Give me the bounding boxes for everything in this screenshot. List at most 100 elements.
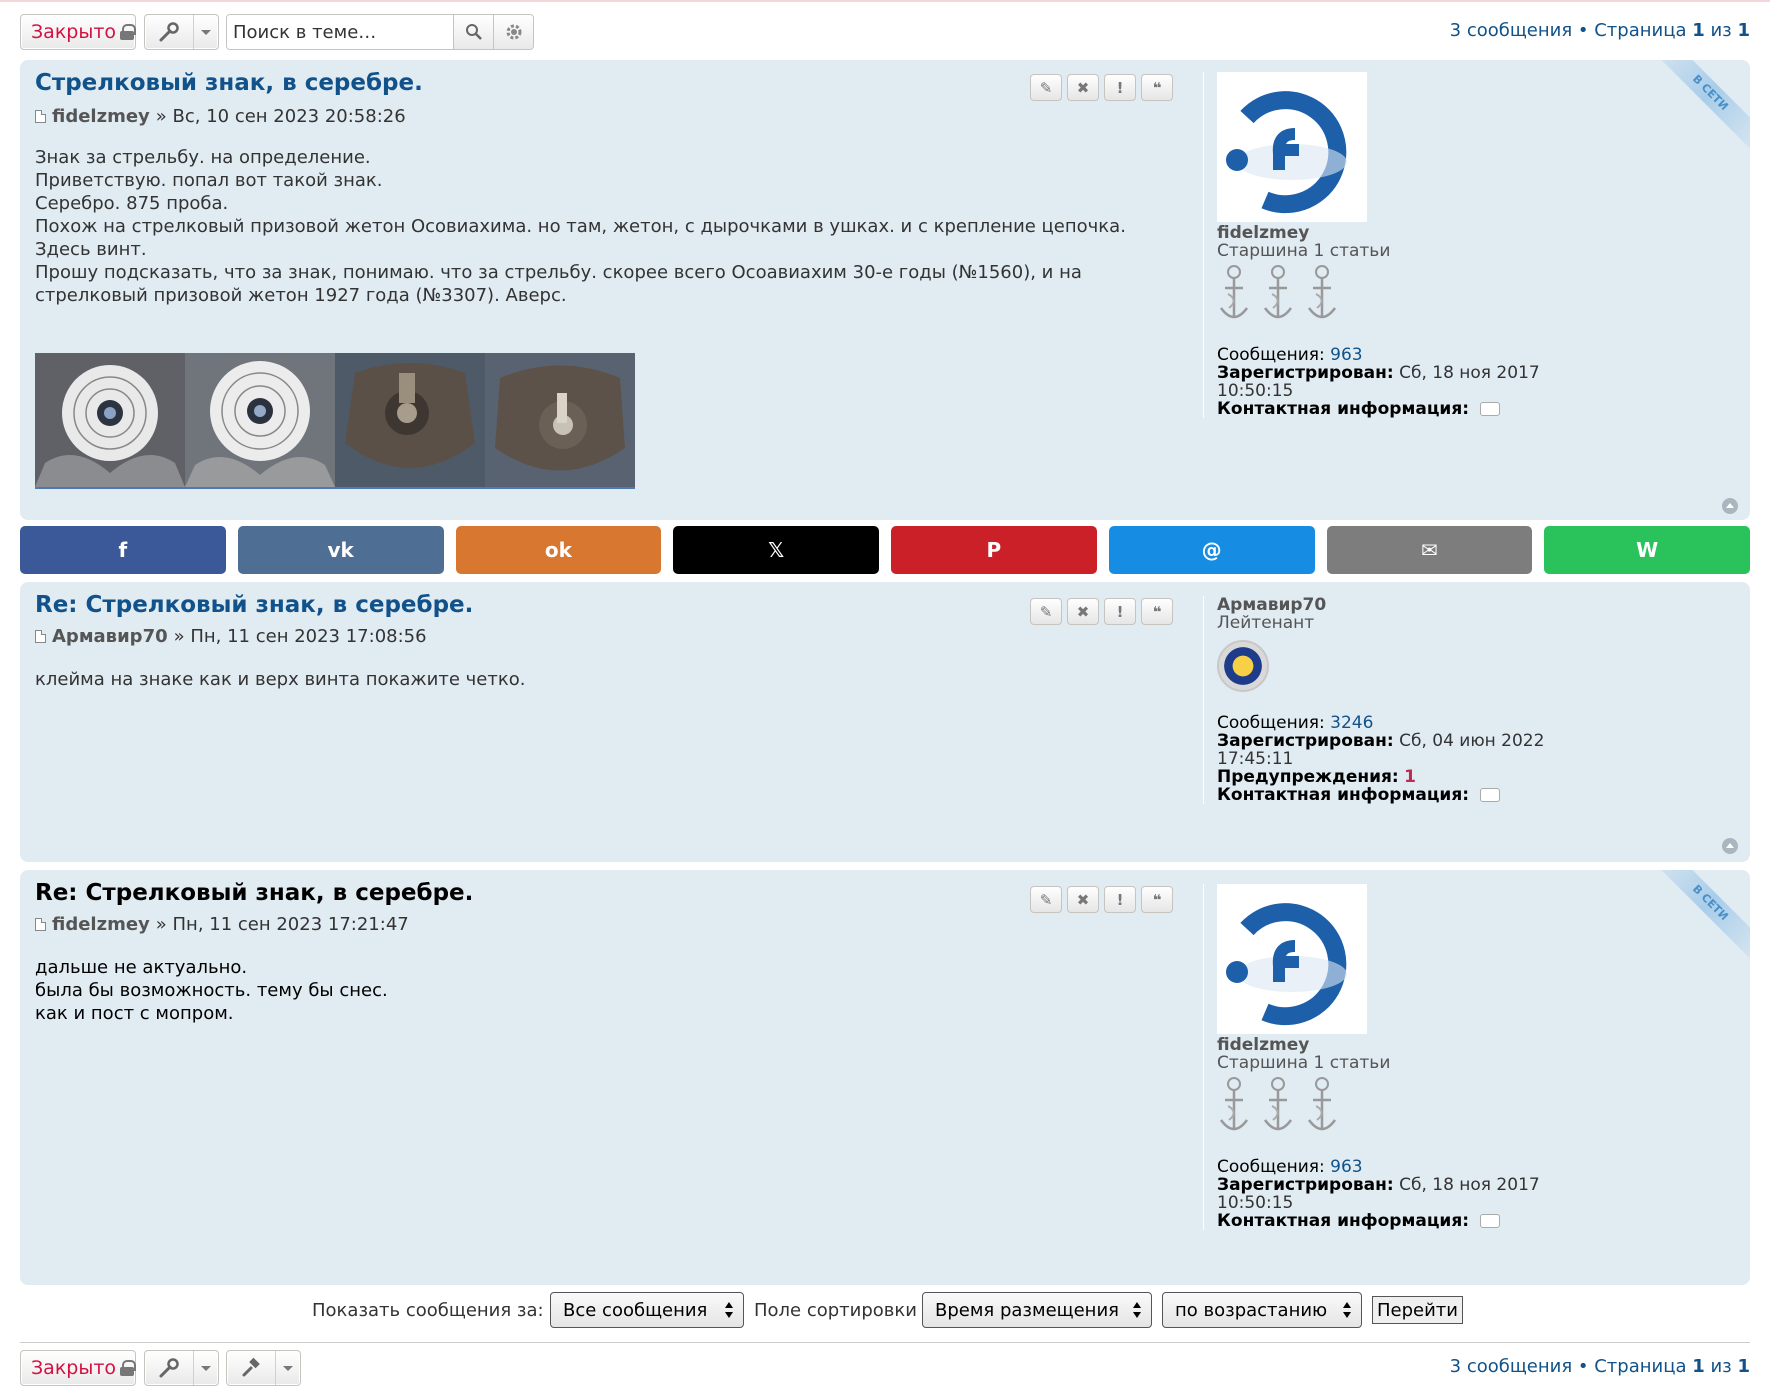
post-actions: ✎ ✖ ! ❝ bbox=[1030, 598, 1173, 625]
contact-label: Контактная информация: bbox=[1217, 399, 1470, 419]
delete-button[interactable]: ✖ bbox=[1067, 886, 1099, 913]
post-meta: fidelzmey » Пн, 11 сен 2023 17:21:47 bbox=[35, 914, 409, 935]
pinterest-icon: P bbox=[986, 538, 1002, 562]
whatsapp-icon: W bbox=[1636, 538, 1659, 562]
share-pinterest-button[interactable]: P bbox=[891, 526, 1097, 574]
back-to-top-icon[interactable] bbox=[1722, 498, 1738, 514]
profile-posts: Сообщения: 963 bbox=[1217, 1158, 1548, 1176]
attachment-thumb-2[interactable] bbox=[185, 353, 335, 487]
profile-username[interactable]: fidelzmey bbox=[1217, 224, 1548, 242]
share-mail-button[interactable]: @ bbox=[1108, 526, 1315, 574]
quote-button[interactable]: ❝ bbox=[1141, 598, 1173, 625]
share-x-button[interactable]: 𝕏 bbox=[673, 526, 879, 574]
attachment-thumb-4[interactable] bbox=[485, 353, 635, 487]
post-line: Похож на стрелковый призовой жетон Осови… bbox=[35, 216, 1126, 237]
report-button[interactable]: ! bbox=[1104, 74, 1136, 101]
posts-label: Сообщения: bbox=[1217, 345, 1325, 365]
quote-button[interactable]: ❝ bbox=[1141, 886, 1173, 913]
share-ok-button[interactable]: ok bbox=[455, 526, 662, 574]
post-author[interactable]: fidelzmey bbox=[52, 914, 150, 935]
post-author[interactable]: fidelzmey bbox=[52, 106, 150, 127]
profile-posts: Сообщения: 963 bbox=[1217, 346, 1548, 364]
lock-icon bbox=[120, 24, 136, 40]
post-content: Знак за стрельбу. на определение. Привет… bbox=[35, 146, 1175, 307]
online-ribbon: В СЕТИ bbox=[1652, 870, 1750, 961]
post-3: Re: Стрелковый знак, в серебре. fidelzme… bbox=[20, 870, 1750, 1285]
post-title[interactable]: Re: Стрелковый знак, в серебре. bbox=[35, 880, 473, 906]
posts-label: Сообщения: bbox=[1217, 713, 1325, 733]
share-vk-button[interactable]: vk bbox=[237, 526, 444, 574]
select-arrows-icon bbox=[725, 1302, 733, 1318]
avatar[interactable] bbox=[1217, 640, 1269, 692]
avatar-logo-icon bbox=[1217, 884, 1367, 1034]
delete-button[interactable]: ✖ bbox=[1067, 74, 1099, 101]
top-border bbox=[0, 0, 1770, 2]
show-posts-select[interactable]: Все сообщения bbox=[550, 1292, 744, 1328]
sort-field-value: Время размещения bbox=[935, 1299, 1119, 1321]
posts-label: Сообщения: bbox=[1217, 1157, 1325, 1177]
message-icon[interactable] bbox=[1480, 788, 1501, 802]
x-icon: 𝕏 bbox=[768, 538, 785, 562]
report-button[interactable]: ! bbox=[1104, 598, 1136, 625]
page-total: 1 bbox=[1737, 1356, 1750, 1377]
locked-button[interactable]: Закрыто bbox=[20, 14, 136, 50]
quote-button[interactable]: ❝ bbox=[1141, 74, 1173, 101]
moderator-tools-button[interactable] bbox=[226, 1350, 301, 1386]
edit-button[interactable]: ✎ bbox=[1030, 886, 1062, 913]
posts-count-link[interactable]: 3246 bbox=[1330, 713, 1373, 733]
post-date: » Пн, 11 сен 2023 17:21:47 bbox=[155, 914, 409, 935]
rank-image bbox=[1217, 1074, 1548, 1138]
posts-count-link[interactable]: 963 bbox=[1330, 1157, 1362, 1177]
attachment-thumbnails bbox=[35, 353, 635, 489]
topic-tools-button[interactable] bbox=[144, 14, 219, 50]
post-title[interactable]: Стрелковый знак, в серебре. bbox=[35, 70, 423, 96]
message-icon[interactable] bbox=[1480, 402, 1501, 416]
profile-username[interactable]: fidelzmey bbox=[1217, 1036, 1548, 1054]
locked-button[interactable]: Закрыто bbox=[20, 1350, 136, 1386]
post-line: Знак за стрельбу. на определение. bbox=[35, 147, 371, 168]
report-button[interactable]: ! bbox=[1104, 886, 1136, 913]
facebook-icon: f bbox=[118, 538, 128, 562]
profile-joined: Зарегистрирован: Сб, 04 июн 2022 17:45:1… bbox=[1217, 732, 1548, 768]
topic-tools-button[interactable] bbox=[144, 1350, 219, 1386]
post-line: как и пост с мопром. bbox=[35, 1003, 234, 1024]
advanced-search-button[interactable] bbox=[493, 15, 533, 49]
avatar[interactable] bbox=[1217, 884, 1367, 1034]
action-bar-bottom: Закрыто 3 сообщения • Страница 1 из 1 bbox=[20, 1350, 1750, 1390]
post-meta: Армавир70 » Пн, 11 сен 2023 17:08:56 bbox=[35, 626, 427, 647]
sort-direction-select[interactable]: по возрастанию bbox=[1162, 1292, 1362, 1328]
share-email-button[interactable]: ✉ bbox=[1326, 526, 1533, 574]
warnings-label: Предупреждения: bbox=[1217, 767, 1399, 787]
profile-username[interactable]: Армавир70 bbox=[1217, 596, 1548, 614]
wrench-icon bbox=[145, 1351, 193, 1385]
show-posts-label: Показать сообщения за: bbox=[312, 1300, 544, 1321]
anchor-icon bbox=[1263, 265, 1293, 319]
at-sign-icon: @ bbox=[1201, 538, 1222, 562]
back-to-top-icon[interactable] bbox=[1722, 838, 1738, 854]
edit-button[interactable]: ✎ bbox=[1030, 598, 1062, 625]
chevron-down-icon bbox=[193, 15, 218, 49]
divider bbox=[20, 1342, 1750, 1343]
delete-button[interactable]: ✖ bbox=[1067, 598, 1099, 625]
gavel-icon bbox=[227, 1351, 275, 1385]
posts-count-link[interactable]: 963 bbox=[1330, 345, 1362, 365]
share-whatsapp-button[interactable]: W bbox=[1544, 526, 1750, 574]
go-button[interactable]: Перейти bbox=[1372, 1296, 1463, 1324]
share-facebook-button[interactable]: f bbox=[20, 526, 226, 574]
search-button[interactable] bbox=[453, 15, 493, 49]
post-content: дальше не актуально. была бы возможность… bbox=[35, 956, 1175, 1025]
sort-direction-value: по возрастанию bbox=[1175, 1299, 1328, 1321]
sort-field-select[interactable]: Время размещения bbox=[922, 1292, 1152, 1328]
post-author[interactable]: Армавир70 bbox=[52, 626, 168, 647]
warnings-value: 1 bbox=[1404, 767, 1416, 787]
post-icon bbox=[35, 918, 46, 931]
post-line: клейма на знаке как и верх винта покажит… bbox=[35, 669, 526, 690]
avatar[interactable] bbox=[1217, 72, 1367, 222]
message-icon[interactable] bbox=[1480, 1214, 1501, 1228]
attachment-thumb-3[interactable] bbox=[335, 353, 485, 487]
attachment-thumb-1[interactable] bbox=[35, 353, 185, 487]
edit-button[interactable]: ✎ bbox=[1030, 74, 1062, 101]
search-input[interactable] bbox=[227, 15, 453, 49]
topic-search bbox=[226, 14, 534, 50]
post-title[interactable]: Re: Стрелковый знак, в серебре. bbox=[35, 592, 473, 618]
